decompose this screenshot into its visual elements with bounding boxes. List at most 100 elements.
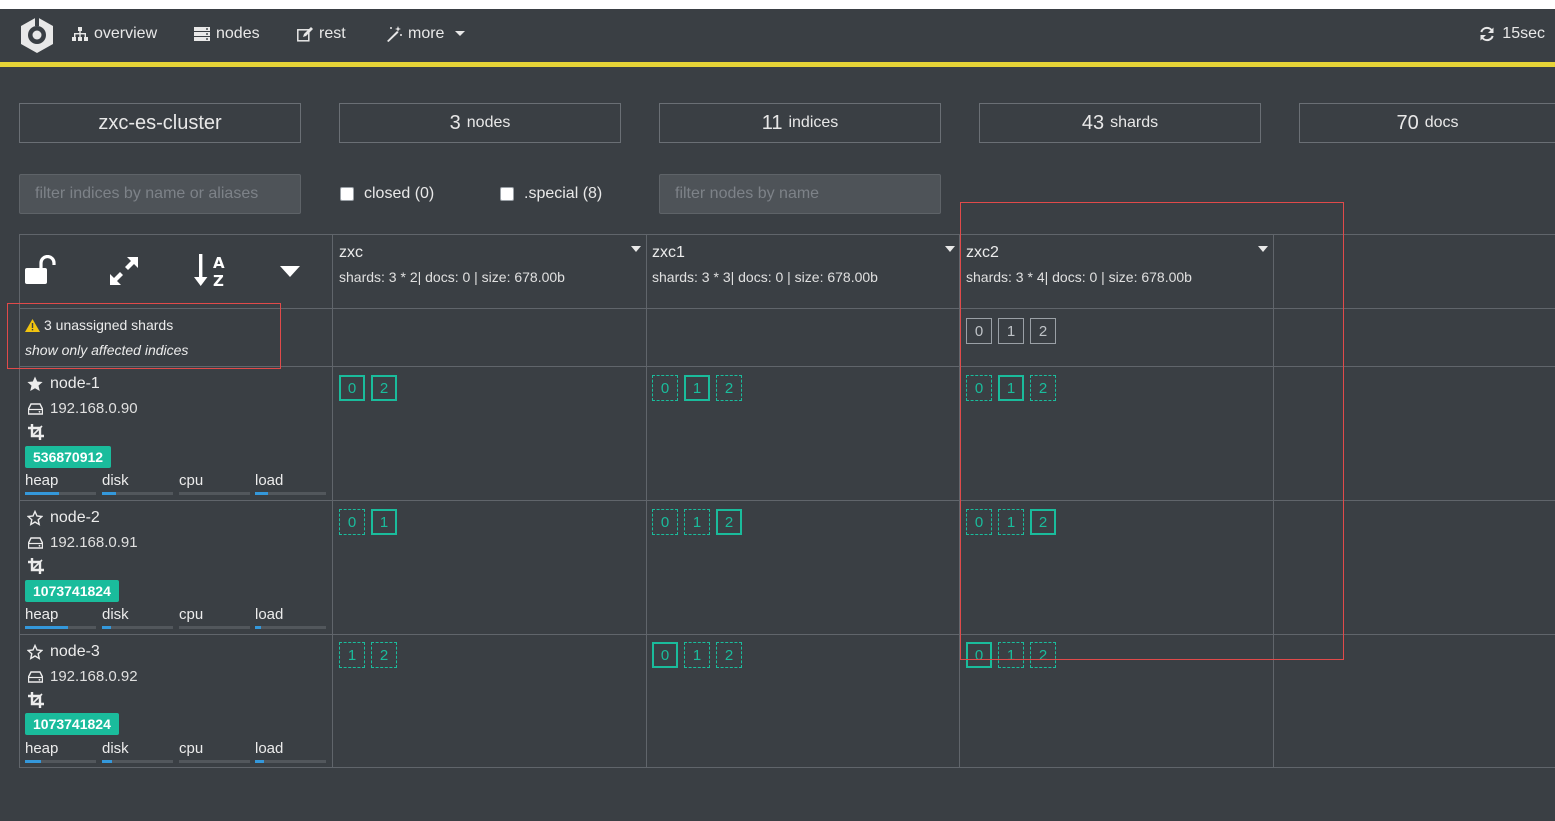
nav-more-label: more — [408, 25, 445, 42]
node-ip-label: 192.168.0.90 — [50, 400, 138, 417]
primary-shard[interactable]: 0 — [966, 642, 992, 668]
index-name-zxc[interactable]: zxc — [339, 244, 363, 262]
refresh-interval[interactable]: 15sec — [1479, 25, 1545, 43]
index-name-zxc2[interactable]: zxc2 — [966, 244, 999, 262]
top-strip — [0, 0, 1555, 9]
star-filled-icon — [27, 376, 43, 391]
unlock-icon[interactable] — [24, 255, 58, 285]
cluster-name-box: zxc-es-cluster — [19, 103, 301, 143]
closed-checkbox[interactable] — [340, 187, 354, 201]
primary-shard[interactable]: 2 — [716, 509, 742, 535]
node-3-name[interactable]: node-3 — [27, 643, 100, 661]
unassigned-shard[interactable]: 1 — [998, 318, 1024, 344]
primary-shard[interactable]: 1 — [371, 509, 397, 535]
node-1-ip: 192.168.0.90 — [28, 400, 138, 417]
hdd-icon — [28, 670, 43, 683]
replica-shard[interactable]: 2 — [716, 642, 742, 668]
cpu-label: cpu — [179, 740, 204, 757]
caret-down-icon — [455, 31, 466, 36]
index-info-zxc1: shards: 3 * 3| docs: 0 | size: 678.00b — [652, 269, 878, 285]
replica-shard[interactable]: 0 — [966, 509, 992, 535]
node-2-ip: 192.168.0.91 — [28, 534, 138, 551]
unassigned-shard[interactable]: 2 — [1030, 318, 1056, 344]
replica-shard[interactable]: 0 — [652, 509, 678, 535]
hdd-icon — [28, 536, 43, 549]
unassigned-shards-warning: 3 unassigned shards — [25, 317, 173, 333]
sort-alpha-icon[interactable]: A Z — [194, 252, 228, 288]
replica-shard[interactable]: 2 — [716, 375, 742, 401]
indices-count: 11 — [761, 111, 783, 134]
replica-shard[interactable]: 0 — [339, 509, 365, 535]
replica-shard[interactable]: 1 — [684, 642, 710, 668]
cpu-label: cpu — [179, 606, 204, 623]
nav-nodes-label: nodes — [216, 25, 260, 42]
primary-shard[interactable]: 1 — [998, 375, 1024, 401]
grid-line — [959, 234, 960, 768]
disk-bar-fill — [102, 760, 112, 763]
nav-overview-label: overview — [94, 25, 158, 42]
svg-text:A: A — [213, 254, 225, 272]
index-menu-caret-icon[interactable] — [945, 246, 955, 252]
expand-icon[interactable] — [108, 255, 140, 287]
grid-line — [332, 234, 333, 768]
node-name-label: node-2 — [50, 509, 100, 526]
grid-line — [646, 234, 647, 768]
index-info-zxc2: shards: 3 * 4| docs: 0 | size: 678.00b — [966, 269, 1192, 285]
cluster-name: zxc-es-cluster — [98, 111, 222, 134]
cerebro-logo[interactable] — [18, 16, 56, 54]
index-name-zxc1[interactable]: zxc1 — [652, 244, 685, 262]
special-filter[interactable]: .special (8) — [500, 185, 602, 203]
primary-shard[interactable]: 0 — [339, 375, 365, 401]
node-2-name[interactable]: node-2 — [27, 509, 100, 527]
node-1-name[interactable]: node-1 — [27, 375, 100, 393]
nav-overview[interactable]: overview — [72, 25, 157, 43]
disk-bar — [102, 626, 173, 629]
replica-shard[interactable]: 1 — [998, 509, 1024, 535]
replica-shard[interactable]: 1 — [339, 642, 365, 668]
nav-nodes[interactable]: nodes — [194, 25, 260, 43]
special-checkbox[interactable] — [500, 187, 514, 201]
primary-shard[interactable]: 0 — [652, 642, 678, 668]
refresh-icon — [1480, 26, 1494, 42]
nav-rest[interactable]: rest — [297, 25, 346, 43]
filter-indices-wrapper — [19, 174, 301, 214]
index-menu-caret-icon[interactable] — [631, 246, 641, 252]
special-label: .special (8) — [524, 185, 603, 202]
crop-icon — [28, 558, 44, 574]
disk-bar-fill — [102, 626, 111, 629]
show-affected-indices-link[interactable]: show only affected indices — [25, 342, 188, 358]
unassigned-shard[interactable]: 0 — [966, 318, 992, 344]
load-bar — [255, 760, 326, 763]
replica-shard[interactable]: 2 — [1030, 642, 1056, 668]
filter-nodes-input[interactable] — [675, 175, 940, 213]
caret-down-icon[interactable] — [279, 265, 301, 279]
replica-shard[interactable]: 2 — [1030, 375, 1056, 401]
filter-indices-input[interactable] — [35, 175, 300, 213]
load-bar — [255, 492, 326, 495]
nav-rest-label: rest — [319, 25, 346, 42]
nav-more[interactable]: more — [386, 25, 466, 43]
docs-count-box: 70 docs — [1299, 103, 1555, 143]
crop-icon — [28, 692, 44, 708]
nodes-count-box: 3 nodes — [339, 103, 621, 143]
primary-shard[interactable]: 2 — [1030, 509, 1056, 535]
replica-shard[interactable]: 1 — [998, 642, 1024, 668]
primary-shard[interactable]: 1 — [684, 375, 710, 401]
load-bar-fill — [255, 492, 268, 495]
node-ip-label: 192.168.0.92 — [50, 668, 138, 685]
replica-shard[interactable]: 0 — [966, 375, 992, 401]
heap-bar — [25, 760, 96, 763]
load-label: load — [255, 606, 284, 623]
node-3-ip: 192.168.0.92 — [28, 668, 138, 685]
load-label: load — [255, 472, 284, 489]
closed-filter[interactable]: closed (0) — [340, 185, 434, 203]
grid-line — [1273, 234, 1274, 768]
primary-shard[interactable]: 2 — [371, 375, 397, 401]
heap-bar-fill — [25, 760, 41, 763]
disk-bar — [102, 492, 173, 495]
replica-shard[interactable]: 0 — [652, 375, 678, 401]
index-menu-caret-icon[interactable] — [1258, 246, 1268, 252]
replica-shard[interactable]: 2 — [371, 642, 397, 668]
replica-shard[interactable]: 1 — [684, 509, 710, 535]
indices-count-label: indices — [788, 114, 839, 131]
